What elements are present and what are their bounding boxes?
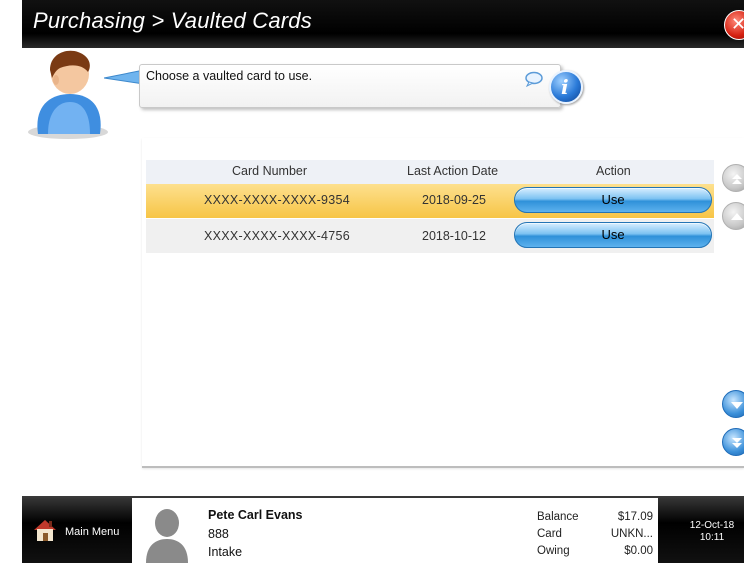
column-header-last-action-date: Last Action Date (407, 164, 499, 178)
scroll-down-button[interactable] (722, 390, 744, 418)
page-title: Purchasing > Vaulted Cards (33, 8, 312, 33)
scroll-to-bottom-button[interactable] (722, 428, 744, 456)
bubble-tail (104, 70, 144, 84)
close-icon: ✕ (731, 14, 744, 35)
scroll-to-top-icon (732, 174, 742, 184)
use-card-button[interactable]: Use (514, 187, 712, 213)
house-icon[interactable] (32, 517, 58, 543)
main-menu-button[interactable]: Main Menu (65, 526, 119, 538)
card-number: XXXX-XXXX-XXXX-4756 (204, 229, 351, 243)
card-value: UNKN... (610, 528, 653, 540)
scroll-up-button[interactable] (722, 202, 744, 230)
owing-label: Owing (537, 545, 570, 557)
card-number: XXXX-XXXX-XXXX-9354 (204, 193, 351, 207)
scroll-to-top-button[interactable] (722, 164, 744, 192)
customer-status: Intake (208, 545, 243, 559)
scroll-to-bottom-icon (732, 438, 742, 448)
assistant-avatar-icon (28, 50, 108, 139)
last-action-date: 2018-10-12 (422, 229, 486, 243)
time-text: 10:11 (699, 532, 725, 543)
owing-value: $0.00 (624, 545, 653, 557)
scroll-down-icon (731, 402, 743, 409)
card-label: Card (537, 528, 562, 540)
table-row[interactable]: XXXX-XXXX-XXXX-4756 2018-10-12 Use (146, 219, 714, 253)
date-text: 12-Oct-18 (689, 520, 735, 531)
assistant-message: Choose a vaulted card to use. (146, 69, 313, 83)
last-action-date: 2018-09-25 (422, 193, 486, 207)
info-glyph: i (561, 75, 569, 99)
speech-bubble-icon[interactable] (524, 71, 544, 87)
info-icon[interactable]: i (549, 70, 583, 104)
column-header-action: Action (596, 164, 631, 178)
balance-label: Balance (537, 511, 579, 523)
person-silhouette-icon (146, 509, 188, 563)
use-card-button[interactable]: Use (514, 222, 712, 248)
table-row[interactable]: XXXX-XXXX-XXXX-9354 2018-09-25 Use (146, 184, 714, 218)
scroll-up-icon (731, 213, 743, 220)
customer-id: 888 (208, 527, 229, 541)
column-header-card-number: Card Number (232, 164, 308, 178)
clock: 12-Oct-18 10:11 (680, 520, 744, 544)
customer-name: Pete Carl Evans (208, 508, 303, 522)
balance-value: $17.09 (617, 511, 653, 523)
